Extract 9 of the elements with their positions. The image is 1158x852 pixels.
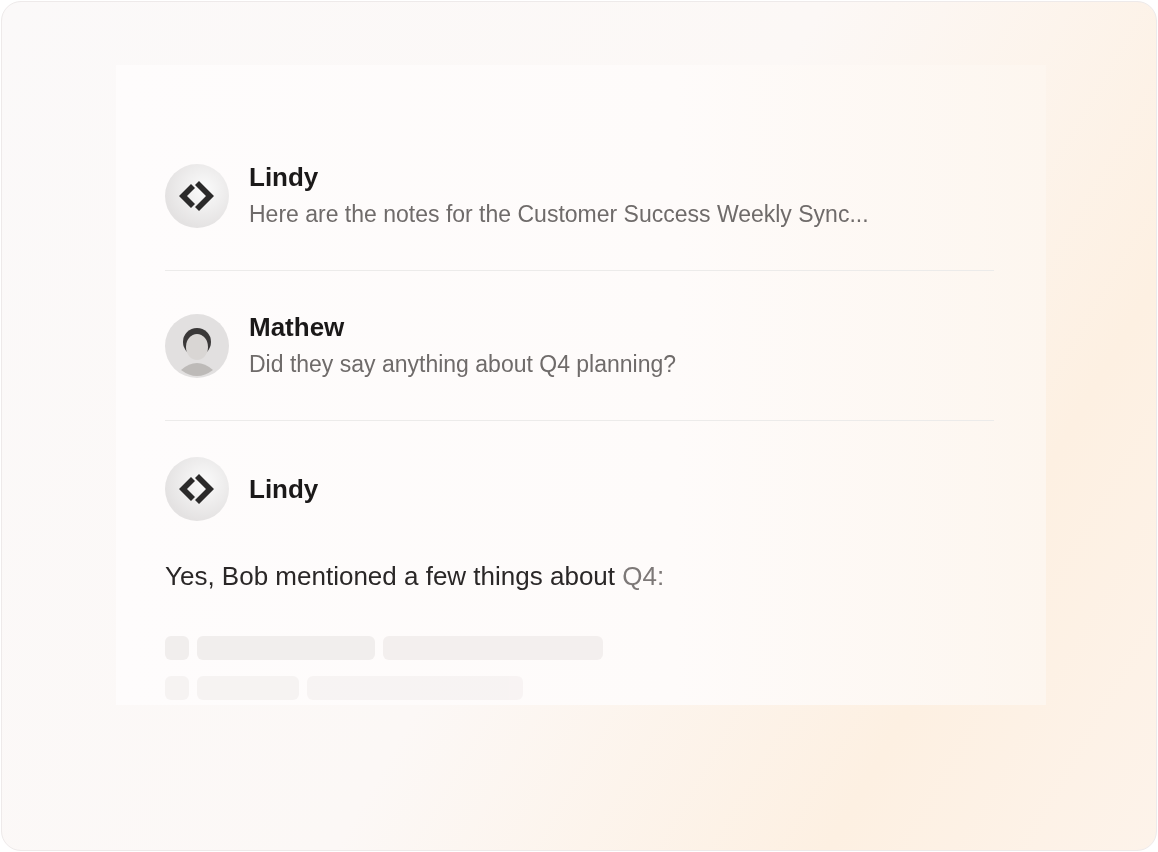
reply-text: Yes, Bob mentioned a few things about Q4: bbox=[165, 560, 666, 593]
person-avatar-icon bbox=[165, 313, 229, 378]
logo-avatar-icon bbox=[165, 163, 229, 228]
message-text: Here are the notes for the Customer Success Weekly Sync... bbox=[249, 199, 869, 229]
logo-avatar-icon bbox=[165, 457, 229, 521]
author-name: Lindy bbox=[249, 472, 319, 506]
message-text: Did they say anything about Q4 planning? bbox=[249, 349, 677, 379]
author-name: Lindy bbox=[249, 160, 320, 193]
author-name: Mathew bbox=[249, 310, 346, 343]
